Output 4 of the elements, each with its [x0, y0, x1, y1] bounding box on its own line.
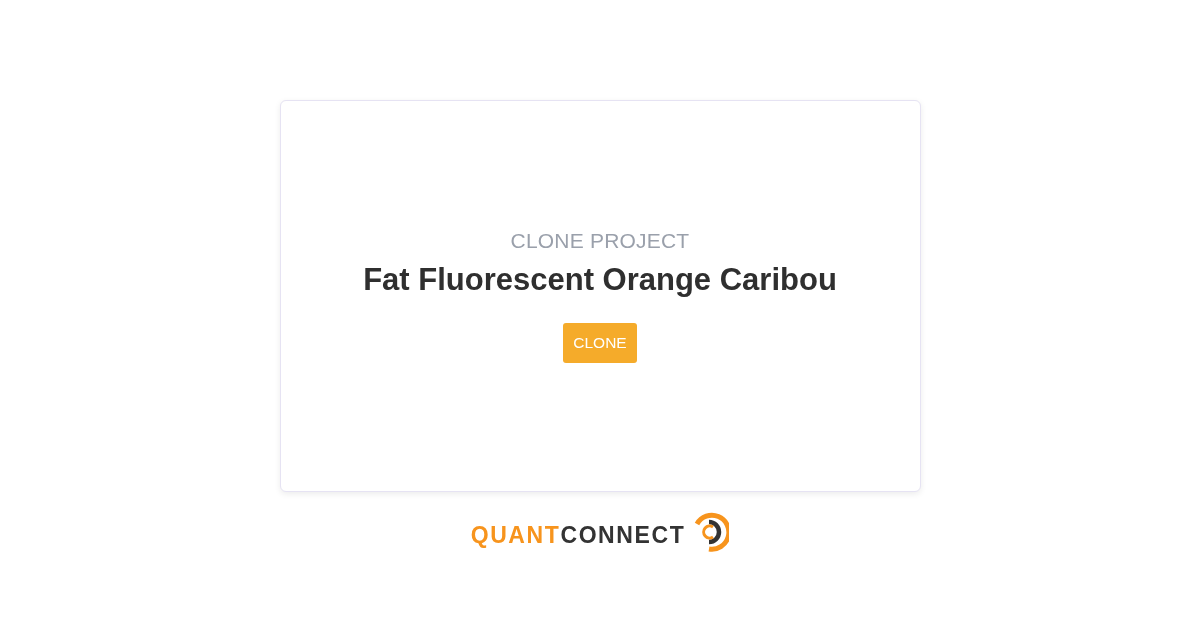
- card-subtitle: CLONE PROJECT: [510, 229, 690, 253]
- clone-button[interactable]: CLONE: [563, 323, 637, 363]
- project-name: Fat Fluorescent Orange Caribou: [363, 261, 837, 299]
- logo-wordmark: QUANTCONNECT: [470, 523, 686, 547]
